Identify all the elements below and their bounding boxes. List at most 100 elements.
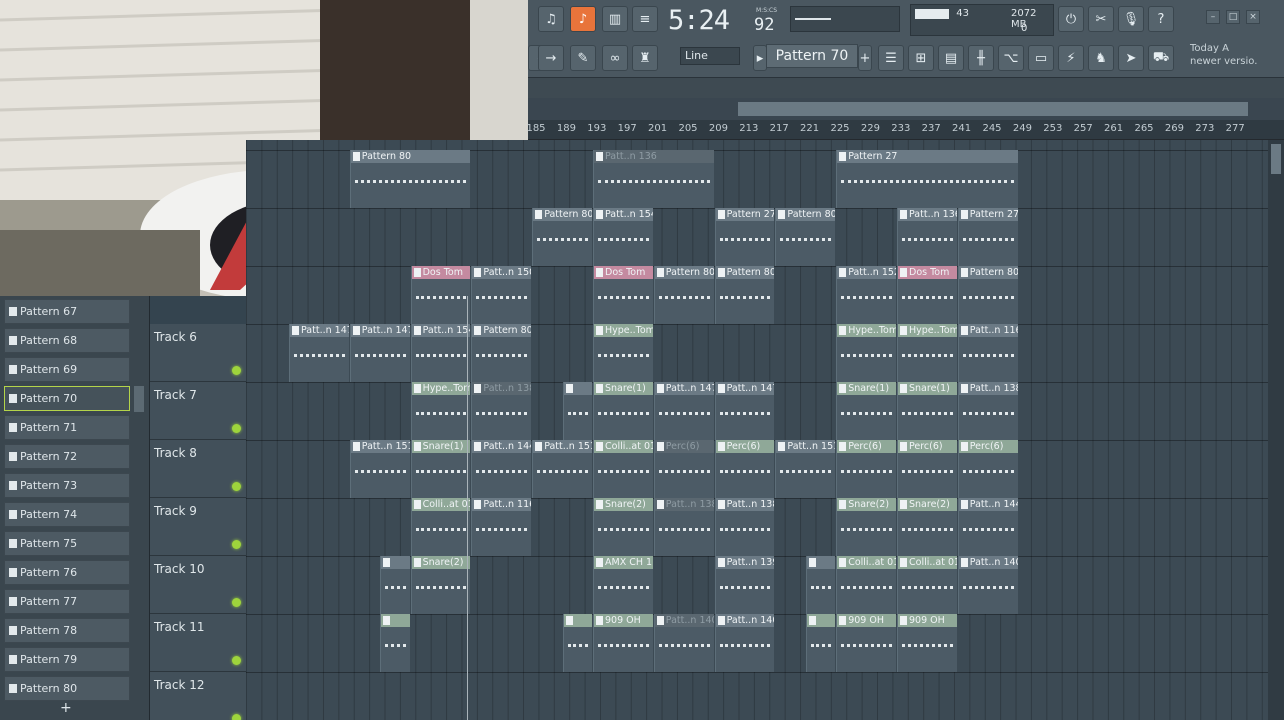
playlist-clip[interactable]: Patt..n 147 xyxy=(653,382,714,440)
add-pattern-button[interactable]: + xyxy=(60,700,72,716)
playlist-clip[interactable]: Colli..at 01 xyxy=(593,440,653,498)
playlist-clip[interactable]: Perc(6) xyxy=(714,440,775,498)
pattern-picker-item[interactable]: Pattern 77 xyxy=(4,589,130,614)
cart-icon[interactable]: ⛟ xyxy=(1148,45,1174,71)
playlist-clip[interactable]: Dos Tom xyxy=(410,266,471,324)
playlist-clip[interactable]: AMX CH 1 xyxy=(593,556,653,614)
playlist-clip[interactable]: Snare(2) xyxy=(897,498,957,556)
playlist-clip[interactable]: Pattern 80 xyxy=(349,150,471,208)
horizontal-scrollbar[interactable] xyxy=(528,98,1284,120)
mixer-icon[interactable]: ≡ xyxy=(632,6,658,32)
track-mute-led[interactable] xyxy=(232,424,241,433)
browser-icon[interactable]: ☰ xyxy=(878,45,904,71)
playlist-clip[interactable] xyxy=(562,382,592,440)
playlist-clip[interactable]: Patt..n 140 xyxy=(653,614,714,672)
playlist-clip[interactable]: Snare(1) xyxy=(836,382,896,440)
pattern-picker-item[interactable]: Pattern 76 xyxy=(4,560,130,585)
pattern-picker-item[interactable]: Pattern 78 xyxy=(4,618,130,643)
playlist-clip[interactable]: Snare(2) xyxy=(410,556,471,614)
playlist-clip[interactable] xyxy=(380,614,410,672)
track-mute-led[interactable] xyxy=(232,540,241,549)
playlist-clip[interactable]: Pattern 80 xyxy=(714,266,775,324)
track-header[interactable]: Track 7 xyxy=(150,382,246,440)
timeline-ruler[interactable]: 185 189 193 197 201 205 209 213 217 221 225 229 233 2… xyxy=(526,120,1284,140)
pattern-picker-item[interactable]: Pattern 80 xyxy=(4,676,130,701)
add-pattern-icon[interactable]: + xyxy=(858,45,872,71)
pattern-picker-item[interactable]: Pattern 75 xyxy=(4,531,130,556)
playlist-grid[interactable]: Pattern 80 Patt..n 136 Pattern 27 Pattern 8… xyxy=(246,140,1268,720)
pattern-picker-item[interactable]: Pattern 70 xyxy=(4,386,130,411)
playlist-clip[interactable]: Perc(6) xyxy=(836,440,896,498)
next-arrow-icon[interactable]: → xyxy=(538,45,564,71)
playlist-clip[interactable]: Patt..n 154 xyxy=(410,324,471,382)
pencil-icon[interactable]: ✎ xyxy=(570,45,596,71)
minimize-icon[interactable]: – xyxy=(1206,10,1220,24)
arrow-icon[interactable]: ➤ xyxy=(1118,45,1144,71)
track-mute-led[interactable] xyxy=(232,714,241,720)
playlist-clip[interactable]: Patt..n 140 xyxy=(714,614,775,672)
tree-icon[interactable]: ⌥ xyxy=(998,45,1024,71)
prev-pattern-icon[interactable]: ▸ xyxy=(753,45,767,71)
picker-scroll-thumb[interactable] xyxy=(134,386,144,412)
playlist-clip[interactable]: Patt..n 136 xyxy=(593,150,714,208)
playlist-clip[interactable]: Pattern 27 xyxy=(957,208,1018,266)
playlist-clip[interactable]: Patt..n 152 xyxy=(836,266,896,324)
playlist-clip[interactable]: Hype..Tom xyxy=(897,324,957,382)
playlist-clip[interactable]: Patt..n 138 xyxy=(714,498,775,556)
playlist-clip[interactable]: Pattern 80 xyxy=(957,266,1018,324)
stamp-icon[interactable]: ♜ xyxy=(632,45,658,71)
playlist-clip[interactable]: Patt..n 150 xyxy=(471,266,532,324)
playlist-clip[interactable]: Patt..n 139 xyxy=(714,556,775,614)
playlist-clip[interactable]: Snare(2) xyxy=(836,498,896,556)
playlist-icon[interactable]: ♪ xyxy=(570,6,596,32)
playlist-clip[interactable]: Patt..n 151 xyxy=(532,440,592,498)
playlist-clip[interactable]: 909 OH xyxy=(593,614,653,672)
playlist-clip[interactable]: Perc(6) xyxy=(653,440,714,498)
track-header[interactable]: Track 8 xyxy=(150,440,246,498)
playlist-clip[interactable]: Patt..n 138 xyxy=(653,498,714,556)
playlist-clip[interactable]: Patt..n 151 xyxy=(775,440,836,498)
plugin-icon[interactable]: ⚡ xyxy=(1058,45,1084,71)
track-mute-led[interactable] xyxy=(232,598,241,607)
playlist-clip[interactable]: Patt..n 147 xyxy=(289,324,349,382)
track-mute-led[interactable] xyxy=(232,656,241,665)
playlist-clip[interactable]: Patt..n 151 xyxy=(349,440,410,498)
playlist-clip[interactable]: Patt..n 147 xyxy=(349,324,410,382)
pattern-selector[interactable]: Pattern 70 xyxy=(766,44,858,68)
microphone-icon[interactable]: 🎙 xyxy=(1118,6,1144,32)
track-header[interactable]: Track 10 xyxy=(150,556,246,614)
channel-icon[interactable]: ⊞ xyxy=(908,45,934,71)
playlist-clip[interactable]: Hype..Tom xyxy=(410,382,471,440)
maximize-icon[interactable]: □ xyxy=(1226,10,1240,24)
playlist-clip[interactable]: Colli..at 01 xyxy=(410,498,471,556)
pattern-picker-item[interactable]: Pattern 79 xyxy=(4,647,130,672)
playlist-clip[interactable]: Patt..n 136 xyxy=(897,208,957,266)
playlist-clip[interactable]: Pattern 80 xyxy=(532,208,592,266)
playlist-clip[interactable]: 909 OH xyxy=(836,614,896,672)
playlist-clip[interactable]: Patt..n 116 xyxy=(957,324,1018,382)
playlist-clip[interactable] xyxy=(380,556,410,614)
playlist-clip[interactable]: Colli..at 01 xyxy=(897,556,957,614)
playlist-clip[interactable]: Snare(1) xyxy=(410,440,471,498)
playlist-clip[interactable]: Pattern 27 xyxy=(836,150,1018,208)
playlist-clip[interactable] xyxy=(805,614,836,672)
pattern-picker-item[interactable]: Pattern 71 xyxy=(4,415,130,440)
pattern-picker-item[interactable]: Pattern 67 xyxy=(4,299,130,324)
playlist-clip[interactable]: Dos Tom xyxy=(593,266,653,324)
vertical-scrollbar[interactable] xyxy=(1268,140,1284,720)
playlist-clip[interactable]: Dos Tom xyxy=(897,266,957,324)
track-mute-led[interactable] xyxy=(232,482,241,491)
pattern-picker-item[interactable]: Pattern 73 xyxy=(4,473,130,498)
playlist-clip[interactable]: Patt..n 140 xyxy=(957,556,1018,614)
playlist-clip[interactable]: Perc(6) xyxy=(957,440,1018,498)
playlist-clip[interactable]: Hype..Tom xyxy=(593,324,653,382)
pattern-picker-item[interactable]: Pattern 74 xyxy=(4,502,130,527)
scroll-thumb[interactable] xyxy=(738,102,1248,116)
news-panel[interactable]: Today A newer versio. xyxy=(1190,42,1260,74)
snap-dropdown[interactable]: Line xyxy=(680,47,740,65)
playlist-clip[interactable]: Colli..at 01 xyxy=(836,556,896,614)
track-header[interactable]: Track 6 xyxy=(150,324,246,382)
playlist-clip[interactable]: Pattern 80 xyxy=(653,266,714,324)
playlist-clip[interactable]: Patt..n 116 xyxy=(471,498,532,556)
list-icon[interactable]: ▤ xyxy=(938,45,964,71)
